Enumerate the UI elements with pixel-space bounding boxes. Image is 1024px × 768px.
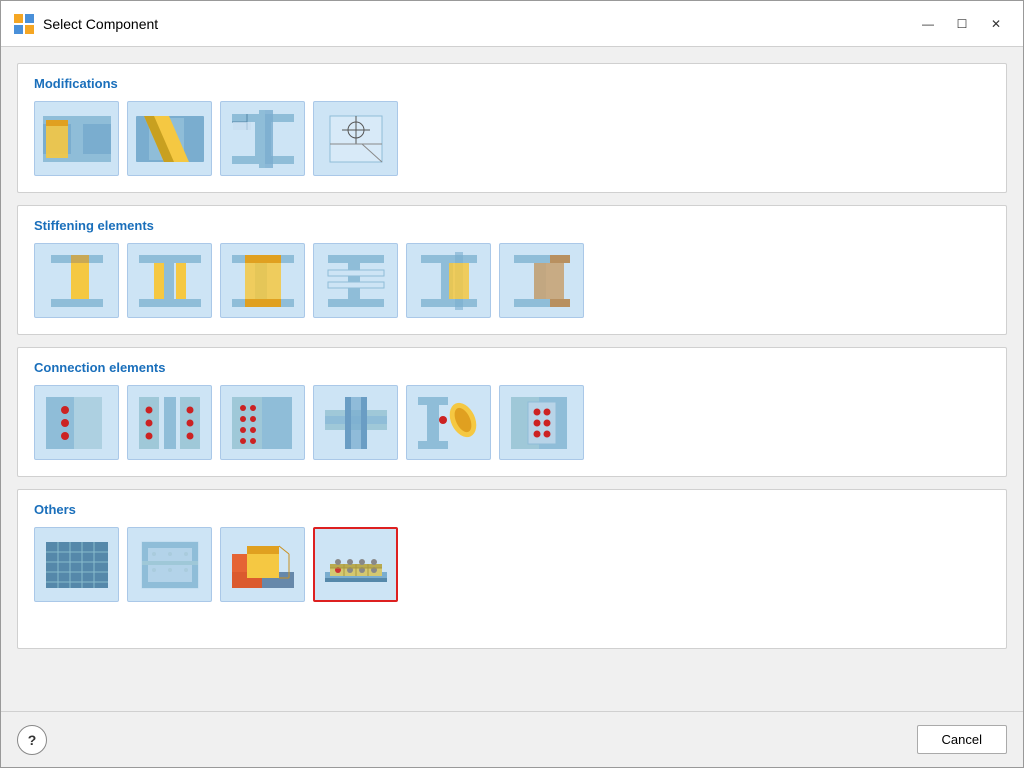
- connection-items: [34, 385, 990, 460]
- stiffening-section: Stiffening elements: [17, 205, 1007, 335]
- list-item[interactable]: [499, 385, 584, 460]
- list-item[interactable]: [34, 527, 119, 602]
- modifications-title: Modifications: [34, 76, 990, 91]
- stiffening-items: [34, 243, 990, 318]
- component-icon: [413, 392, 485, 454]
- content-area: Modifications: [1, 47, 1023, 711]
- component-icon: [320, 392, 392, 454]
- others-items: Fasteners: [34, 527, 990, 632]
- list-item[interactable]: [406, 385, 491, 460]
- connection-section: Connection elements: [17, 347, 1007, 477]
- help-button[interactable]: ?: [17, 725, 47, 755]
- list-item[interactable]: [406, 243, 491, 318]
- component-icon: [320, 108, 392, 170]
- footer-left: ?: [17, 725, 47, 755]
- component-icon: [134, 108, 206, 170]
- component-icon: [320, 534, 392, 596]
- list-item[interactable]: [127, 385, 212, 460]
- component-icon: [506, 250, 578, 312]
- others-title: Others: [34, 502, 990, 517]
- list-item[interactable]: [34, 101, 119, 176]
- component-icon: [41, 392, 113, 454]
- component-icon: [134, 392, 206, 454]
- component-icon: [41, 534, 113, 596]
- component-icon: [227, 108, 299, 170]
- dialog-title: Select Component: [43, 16, 913, 32]
- list-item[interactable]: [127, 243, 212, 318]
- maximize-button[interactable]: ☐: [947, 12, 977, 36]
- minimize-button[interactable]: —: [913, 12, 943, 36]
- component-icon: [41, 108, 113, 170]
- modifications-items: [34, 101, 990, 176]
- component-icon: [506, 392, 578, 454]
- component-icon: [134, 534, 206, 596]
- dialog-footer: ? Cancel: [1, 711, 1023, 767]
- component-icon: [413, 250, 485, 312]
- close-button[interactable]: ✕: [981, 12, 1011, 36]
- window-controls: — ☐ ✕: [913, 12, 1011, 36]
- stiffening-title: Stiffening elements: [34, 218, 990, 233]
- list-item[interactable]: [313, 101, 398, 176]
- list-item[interactable]: [313, 243, 398, 318]
- component-icon: [227, 534, 299, 596]
- list-item[interactable]: [220, 101, 305, 176]
- list-item[interactable]: [127, 101, 212, 176]
- app-icon: [13, 13, 35, 35]
- title-bar: Select Component — ☐ ✕: [1, 1, 1023, 47]
- list-item[interactable]: [34, 243, 119, 318]
- cancel-button[interactable]: Cancel: [917, 725, 1007, 754]
- modifications-section: Modifications: [17, 63, 1007, 193]
- list-item[interactable]: [499, 243, 584, 318]
- list-item[interactable]: [127, 527, 212, 602]
- list-item[interactable]: [220, 385, 305, 460]
- component-icon: [227, 250, 299, 312]
- component-icon: [227, 392, 299, 454]
- component-icon: [41, 250, 113, 312]
- list-item[interactable]: [220, 243, 305, 318]
- others-section: Others: [17, 489, 1007, 649]
- list-item[interactable]: [313, 385, 398, 460]
- component-icon: [320, 250, 392, 312]
- list-item[interactable]: [220, 527, 305, 602]
- list-item[interactable]: Fasteners: [313, 527, 398, 602]
- select-component-dialog: Select Component — ☐ ✕ Modifications: [0, 0, 1024, 768]
- connection-title: Connection elements: [34, 360, 990, 375]
- component-icon: [134, 250, 206, 312]
- list-item[interactable]: [34, 385, 119, 460]
